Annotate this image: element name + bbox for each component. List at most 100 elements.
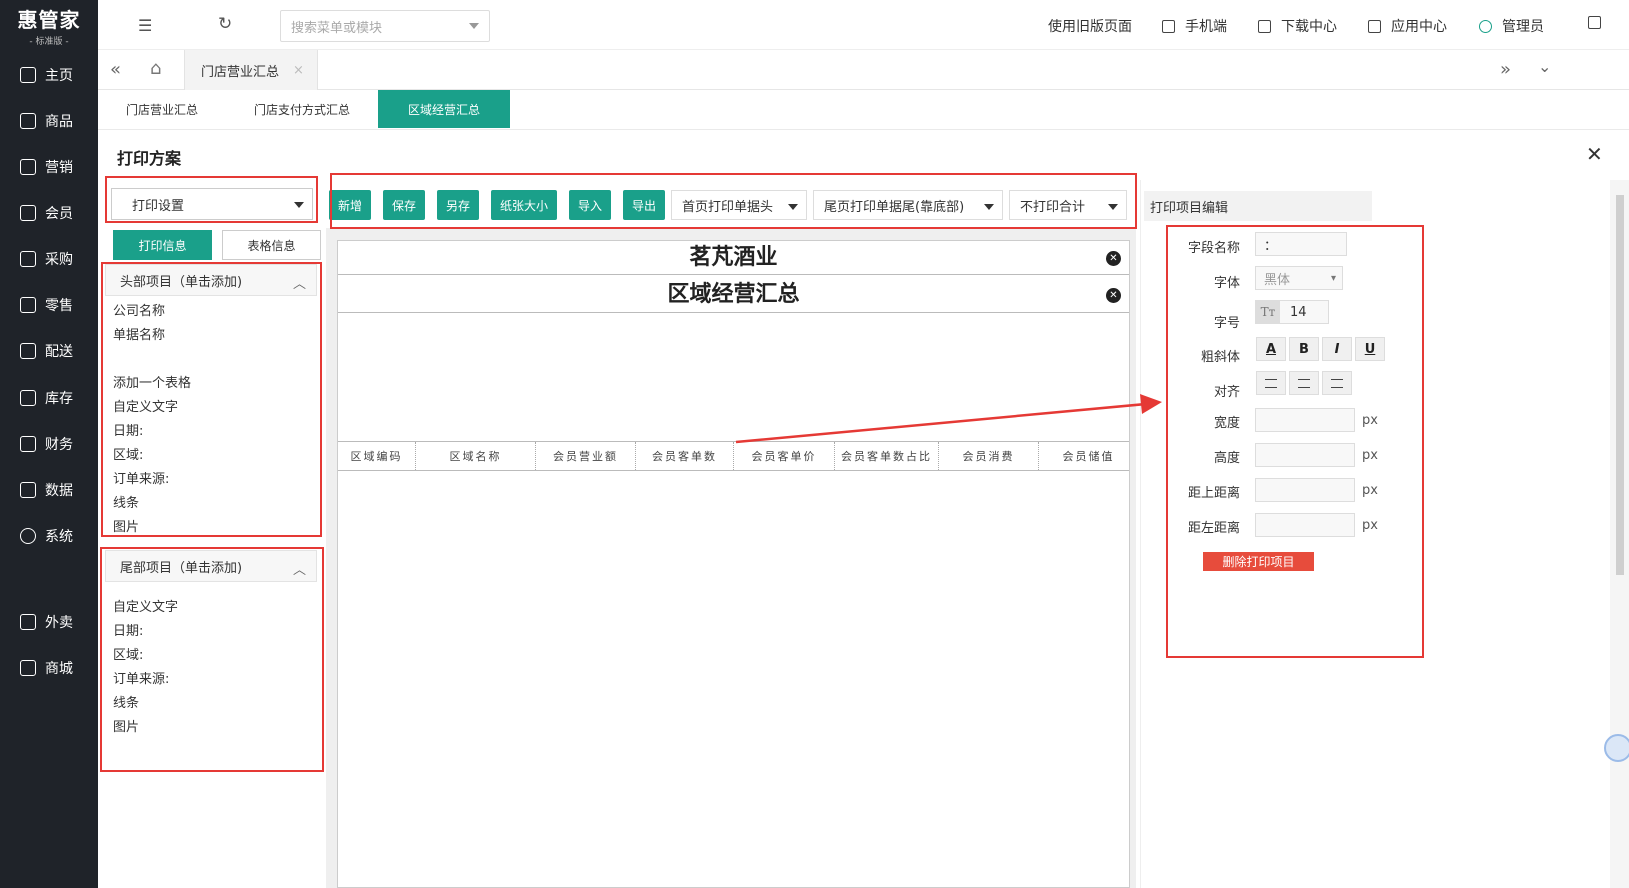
app-logo[interactable]: 惠管家 - 标准版 - xyxy=(0,0,98,50)
sidebar-item-home[interactable]: 主页 xyxy=(0,55,98,95)
remove-icon[interactable]: ✕ xyxy=(1106,288,1121,303)
footer-print-select[interactable]: 尾页打印单据尾(靠底部) xyxy=(813,190,1003,220)
scrollbar[interactable] xyxy=(1610,180,1629,888)
font-label: 字体 xyxy=(1213,276,1240,291)
company-name-item[interactable]: 茗芃酒业 ✕ xyxy=(338,241,1129,275)
top-distance-input[interactable] xyxy=(1255,478,1355,502)
header-print-select[interactable]: 首页打印单据头 xyxy=(671,190,807,220)
list-item[interactable]: 单据名称 xyxy=(105,324,317,348)
subtab-store-business[interactable]: 门店营业汇总 xyxy=(98,90,226,128)
list-item[interactable]: 日期: xyxy=(105,420,317,444)
delete-print-item-button[interactable]: 删除打印项目 xyxy=(1203,552,1314,571)
list-item[interactable]: 图片 xyxy=(105,516,317,540)
doc-title-item[interactable]: 区域经营汇总 ✕ xyxy=(338,277,1129,313)
menu-search-input[interactable]: 搜索菜单或模块 xyxy=(280,10,490,42)
font-size-input[interactable]: Tт 14 xyxy=(1255,300,1329,324)
list-item[interactable]: 线条 xyxy=(105,492,317,516)
paper-size-button[interactable]: 纸张大小 xyxy=(491,190,557,220)
user-icon xyxy=(1479,19,1492,33)
print-settings-select[interactable]: 打印设置 xyxy=(111,188,313,220)
table-header[interactable]: 区域编码 区域名称 会员营业额 会员客单数 会员客单价 会员客单数占比 会员消费… xyxy=(338,441,1129,471)
footer-items-panel: 尾部项目（单击添加) ︿ 自定义文字 日期: 区域: 订单来源: 线条 图片 xyxy=(105,550,317,740)
sidebar-item-label: 系统 xyxy=(45,529,73,545)
sidebar-item-label: 主页 xyxy=(45,68,73,84)
subtab-store-payment[interactable]: 门店支付方式汇总 xyxy=(226,90,378,128)
sidebar-item-system[interactable]: 系统 xyxy=(0,516,98,556)
sidebar-item-label: 营销 xyxy=(45,160,73,176)
sidebar-item-retail[interactable]: 零售 xyxy=(0,285,98,325)
mobile-link[interactable]: 手机端 xyxy=(1162,16,1227,36)
menu-toggle-icon[interactable]: ☰ xyxy=(138,16,152,35)
align-center-button[interactable] xyxy=(1289,371,1319,395)
box-icon xyxy=(20,390,36,406)
sidebar-item-mall[interactable]: 商城 xyxy=(0,648,98,688)
list-item[interactable]: 日期: xyxy=(105,620,317,644)
assistant-float-icon[interactable] xyxy=(1604,734,1629,762)
align-right-button[interactable] xyxy=(1322,371,1352,395)
refresh-icon[interactable]: ↻ xyxy=(218,14,232,34)
user-menu[interactable]: 管理员 xyxy=(1479,16,1544,36)
sidebar-item-takeout[interactable]: 外卖 xyxy=(0,602,98,642)
export-button[interactable]: 导出 xyxy=(623,190,665,220)
logout-icon[interactable] xyxy=(1588,16,1611,29)
list-item[interactable]: 自定义文字 xyxy=(105,596,317,620)
align-left-button[interactable] xyxy=(1256,371,1286,395)
old-page-link[interactable]: 使用旧版页面 xyxy=(1048,16,1132,36)
print-info-tab[interactable]: 打印信息 xyxy=(113,230,212,260)
subtab-region-business[interactable]: 区域经营汇总 xyxy=(378,90,511,128)
footer-items-title[interactable]: 尾部项目（单击添加) ︿ xyxy=(105,550,317,582)
close-icon[interactable]: ✕ xyxy=(1586,142,1603,166)
remove-icon[interactable]: ✕ xyxy=(1106,251,1121,266)
double-chevron-right-icon[interactable]: » xyxy=(1500,59,1511,80)
sidebar-item-goods[interactable]: 商品 xyxy=(0,101,98,141)
total-print-select[interactable]: 不打印合计 xyxy=(1009,190,1127,220)
new-button[interactable]: 新增 xyxy=(329,190,371,220)
tab-store-summary[interactable]: 门店营业汇总 × xyxy=(184,50,318,90)
list-item[interactable]: 订单来源: xyxy=(105,668,317,692)
field-name-input[interactable]: ： xyxy=(1255,232,1347,256)
font-select[interactable]: 黑体 ▾ xyxy=(1255,266,1343,290)
chevron-up-icon: ︿ xyxy=(292,277,306,292)
height-label: 高度 xyxy=(1213,451,1240,466)
home-tab-icon[interactable]: ⌂ xyxy=(150,58,161,79)
list-item[interactable]: 添加一个表格 xyxy=(105,372,317,396)
list-item[interactable]: 区域: xyxy=(105,444,317,468)
close-icon[interactable]: × xyxy=(293,63,304,78)
height-input[interactable] xyxy=(1255,443,1355,467)
sidebar-item-delivery[interactable]: 配送 xyxy=(0,331,98,371)
app-center-link[interactable]: 应用中心 xyxy=(1368,16,1447,36)
import-button[interactable]: 导入 xyxy=(569,190,611,220)
italic-button[interactable]: I xyxy=(1322,337,1352,361)
sidebar-item-marketing[interactable]: 营销 xyxy=(0,147,98,187)
sidebar-item-label: 零售 xyxy=(45,298,73,314)
list-item[interactable]: 订单来源: xyxy=(105,468,317,492)
chevron-down-icon[interactable]: ⌄ xyxy=(1538,57,1551,76)
underline-button[interactable]: U xyxy=(1355,337,1385,361)
sidebar-item-label: 商品 xyxy=(45,114,73,130)
table-info-tab[interactable]: 表格信息 xyxy=(222,230,321,260)
print-canvas[interactable]: 茗芃酒业 ✕ 区域经营汇总 ✕ 区域编码 区域名称 会员营业额 会员客单数 会员… xyxy=(337,240,1130,888)
sidebar-item-purchase[interactable]: 采购 xyxy=(0,239,98,279)
list-item[interactable]: 自定义文字 xyxy=(105,396,317,420)
header-items-title[interactable]: 头部项目（单击添加) ︿ xyxy=(105,264,317,296)
download-center-link[interactable]: 下载中心 xyxy=(1258,16,1337,36)
double-chevron-left-icon[interactable]: « xyxy=(110,59,121,80)
save-button[interactable]: 保存 xyxy=(383,190,425,220)
left-distance-input[interactable] xyxy=(1255,513,1355,537)
scrollbar-thumb[interactable] xyxy=(1616,195,1624,575)
save-as-button[interactable]: 另存 xyxy=(437,190,479,220)
list-item[interactable]: 区域: xyxy=(105,644,317,668)
width-input[interactable] xyxy=(1255,408,1355,432)
sidebar-item-members[interactable]: 会员 xyxy=(0,193,98,233)
list-item[interactable]: 图片 xyxy=(105,716,317,740)
sidebar-item-finance[interactable]: 财务 xyxy=(0,424,98,464)
sidebar-item-data[interactable]: 数据 xyxy=(0,470,98,510)
cube-icon xyxy=(20,113,36,129)
brand-name: 惠管家 xyxy=(17,7,81,32)
list-item[interactable]: 线条 xyxy=(105,692,317,716)
bold-button[interactable]: B xyxy=(1289,337,1319,361)
list-item[interactable]: 公司名称 xyxy=(105,300,317,324)
list-item xyxy=(105,348,317,372)
sidebar-item-inventory[interactable]: 库存 xyxy=(0,378,98,418)
font-color-button[interactable]: A xyxy=(1256,337,1286,361)
